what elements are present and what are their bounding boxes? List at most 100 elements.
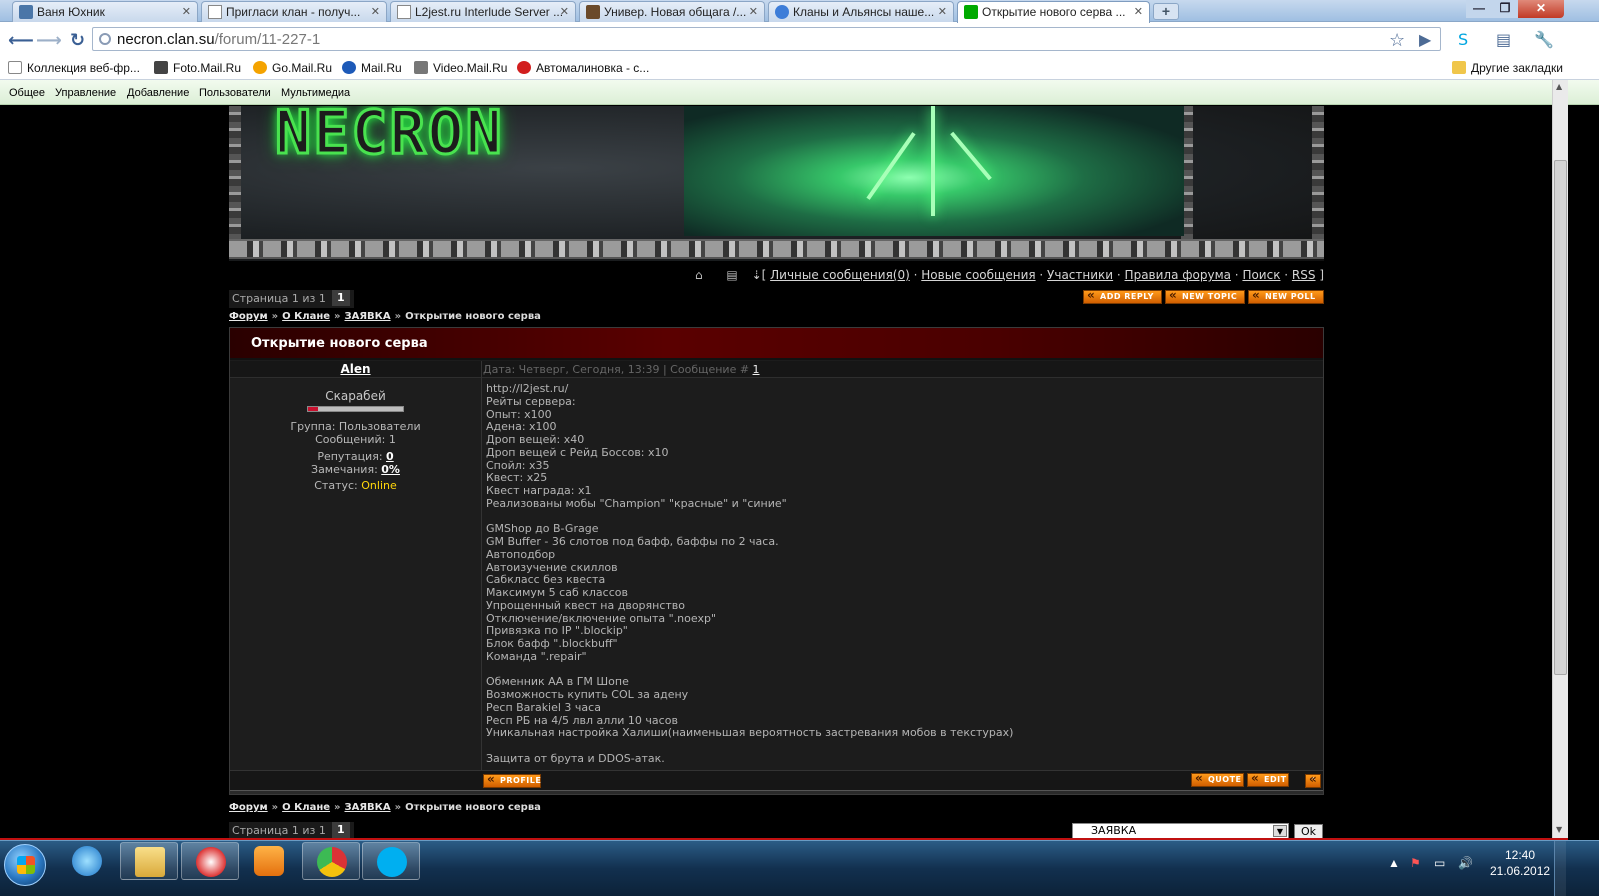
close-icon[interactable]: ✕ (560, 5, 569, 18)
bookmark-mail-ru[interactable]: Mail.Ru (342, 61, 402, 75)
forum-jump-select[interactable]: ЗАЯВКА ▼ (1072, 823, 1289, 839)
link-members[interactable]: Участники (1047, 268, 1113, 282)
edit-button[interactable]: EDIT (1247, 772, 1289, 787)
crumb-sep: » (334, 802, 341, 813)
post-line: http://l2jest.ru/ (486, 382, 569, 395)
back-icon[interactable]: ⟵ (8, 30, 34, 51)
tab-clans[interactable]: Кланы и Альянсы наше... ✕ (768, 1, 954, 22)
link-rss[interactable]: RSS (1292, 268, 1316, 282)
action-center-icon[interactable]: ⚑ (1410, 856, 1421, 870)
author-messages: Сообщений: 1 (315, 433, 396, 446)
close-icon[interactable]: ✕ (182, 5, 191, 18)
new-tab-button[interactable]: + (1153, 3, 1179, 20)
crumb-subsection[interactable]: ЗАЯВКА (345, 802, 391, 813)
quote-button[interactable]: QUOTE (1191, 772, 1244, 787)
start-button[interactable] (4, 844, 46, 886)
bookmark-foto-mail[interactable]: Foto.Mail.Ru (154, 61, 241, 75)
tab-vanya[interactable]: Ваня Юхник ✕ (12, 1, 198, 22)
volume-icon[interactable]: 🔊 (1458, 856, 1473, 870)
menu-users[interactable]: Пользователи (199, 87, 271, 99)
scroll-top-button[interactable]: ^ (1305, 773, 1321, 788)
crumb-section[interactable]: О Клане (282, 311, 330, 322)
close-window-button[interactable]: ✕ (1518, 0, 1564, 18)
close-icon[interactable]: ✕ (938, 5, 947, 18)
minimize-button[interactable]: — (1466, 0, 1492, 18)
page-scrollbar[interactable]: ▲ ▼ (1552, 80, 1568, 840)
tab-open-server[interactable]: Открытие нового серва ... ✕ (957, 1, 1150, 23)
link-private-messages[interactable]: Личные сообщения(0) (770, 268, 910, 282)
forward-icon[interactable]: ⟶ (36, 30, 62, 51)
link-new-messages[interactable]: Новые сообщения (921, 268, 1035, 282)
warnings-label: Замечания: (311, 463, 378, 476)
jump-selected: ЗАЯВКА (1091, 824, 1137, 837)
tab-invite-clan[interactable]: Пригласи клан - получ... ✕ (201, 1, 387, 22)
crumb-subsection[interactable]: ЗАЯВКА (345, 311, 391, 322)
play-icon[interactable]: ▶ (1419, 30, 1431, 49)
arrow-up-icon: ^ (1309, 776, 1317, 785)
tab-l2jest[interactable]: L2jest.ru Interlude Server ... ✕ (390, 1, 576, 22)
tab-title: Кланы и Альянсы наше... (793, 5, 935, 19)
bookmark-gallery[interactable]: Коллекция веб-фр... (8, 61, 140, 75)
taskbar-media-player[interactable] (240, 842, 298, 880)
crumb-forum[interactable]: Форум (229, 311, 268, 322)
close-icon[interactable]: ✕ (1134, 5, 1143, 18)
site-logo[interactable]: NECRON (274, 106, 504, 170)
skype-ext-icon[interactable]: S (1458, 30, 1468, 49)
profile-button[interactable]: PROFILE (483, 773, 541, 788)
scroll-thumb[interactable] (1554, 160, 1567, 675)
close-icon[interactable]: ✕ (749, 5, 758, 18)
taskbar-ie[interactable] (58, 842, 116, 880)
page-menu-icon[interactable]: ▤ (1496, 30, 1511, 49)
other-bookmarks[interactable]: Другие закладки (1452, 61, 1563, 75)
taskbar-snipping[interactable] (181, 842, 239, 880)
crumb-current: Открытие нового серва (405, 802, 541, 813)
menu-add[interactable]: Добавление (127, 87, 189, 99)
bracket: ] (1319, 268, 1324, 282)
warnings-link[interactable]: 0% (381, 463, 400, 476)
reload-icon[interactable]: ↻ (70, 30, 85, 51)
vk-icon (19, 5, 33, 19)
taskbar-chrome[interactable] (302, 842, 360, 880)
crumb-forum[interactable]: Форум (229, 802, 268, 813)
address-bar[interactable]: necron.clan.su/forum/11-227-1 (92, 27, 1441, 51)
post-line: Дроп вещей с Рейд Боссов: x10 (486, 445, 669, 459)
post-number-link[interactable]: 1 (753, 363, 760, 376)
bookmark-video-mail[interactable]: Video.Mail.Ru (414, 61, 507, 75)
menu-manage[interactable]: Управление (55, 87, 116, 99)
reputation-label: Репутация: (317, 450, 383, 463)
crumb-section[interactable]: О Клане (282, 802, 330, 813)
page-number[interactable]: 1 (331, 290, 350, 306)
scroll-up-icon[interactable]: ▲ (1556, 82, 1562, 91)
tray-expand-icon[interactable]: ▲ (1388, 856, 1400, 870)
bookmark-star-icon[interactable]: ☆ (1389, 30, 1405, 51)
bookmark-avtomalinovka[interactable]: Автомалиновка - с... (517, 61, 649, 75)
menu-multimedia[interactable]: Мультимедиа (281, 87, 350, 99)
link-forum-rules[interactable]: Правила форума (1125, 268, 1231, 282)
new-topic-button[interactable]: NEW TOPIC (1165, 289, 1245, 304)
jump-ok-button[interactable]: Ok (1294, 824, 1323, 839)
notepad-icon[interactable]: ▤ (726, 268, 737, 282)
system-clock[interactable]: 12:40 21.06.2012 (1490, 847, 1550, 879)
post-author[interactable]: Alen (230, 362, 481, 376)
home-icon[interactable]: ⌂ (695, 268, 703, 282)
bookmark-label: Mail.Ru (361, 61, 402, 75)
taskbar-skype[interactable] (362, 842, 420, 880)
add-reply-button[interactable]: ADD REPLY (1083, 289, 1162, 304)
chevron-down-icon[interactable]: ▼ (1273, 825, 1287, 837)
wrench-icon[interactable]: 🔧 (1534, 30, 1554, 49)
link-search[interactable]: Поиск (1242, 268, 1280, 282)
scroll-down-icon[interactable]: ▼ (1556, 825, 1562, 834)
network-icon[interactable]: ▭ (1434, 856, 1445, 870)
tab-univer[interactable]: Универ. Новая общага /... ✕ (579, 1, 765, 22)
chrome-icon (317, 847, 347, 877)
taskbar-explorer[interactable] (120, 842, 178, 880)
bookmark-go-mail[interactable]: Go.Mail.Ru (253, 61, 332, 75)
tab-title: Универ. Новая общага /... (604, 5, 747, 19)
reputation-link[interactable]: 0 (386, 450, 394, 463)
close-icon[interactable]: ✕ (371, 5, 380, 18)
menu-general[interactable]: Общее (9, 87, 45, 99)
new-poll-button[interactable]: NEW POLL (1248, 289, 1324, 304)
maximize-button[interactable]: ❐ (1492, 0, 1518, 18)
page-number[interactable]: 1 (331, 822, 350, 838)
show-desktop-button[interactable] (1554, 841, 1566, 896)
